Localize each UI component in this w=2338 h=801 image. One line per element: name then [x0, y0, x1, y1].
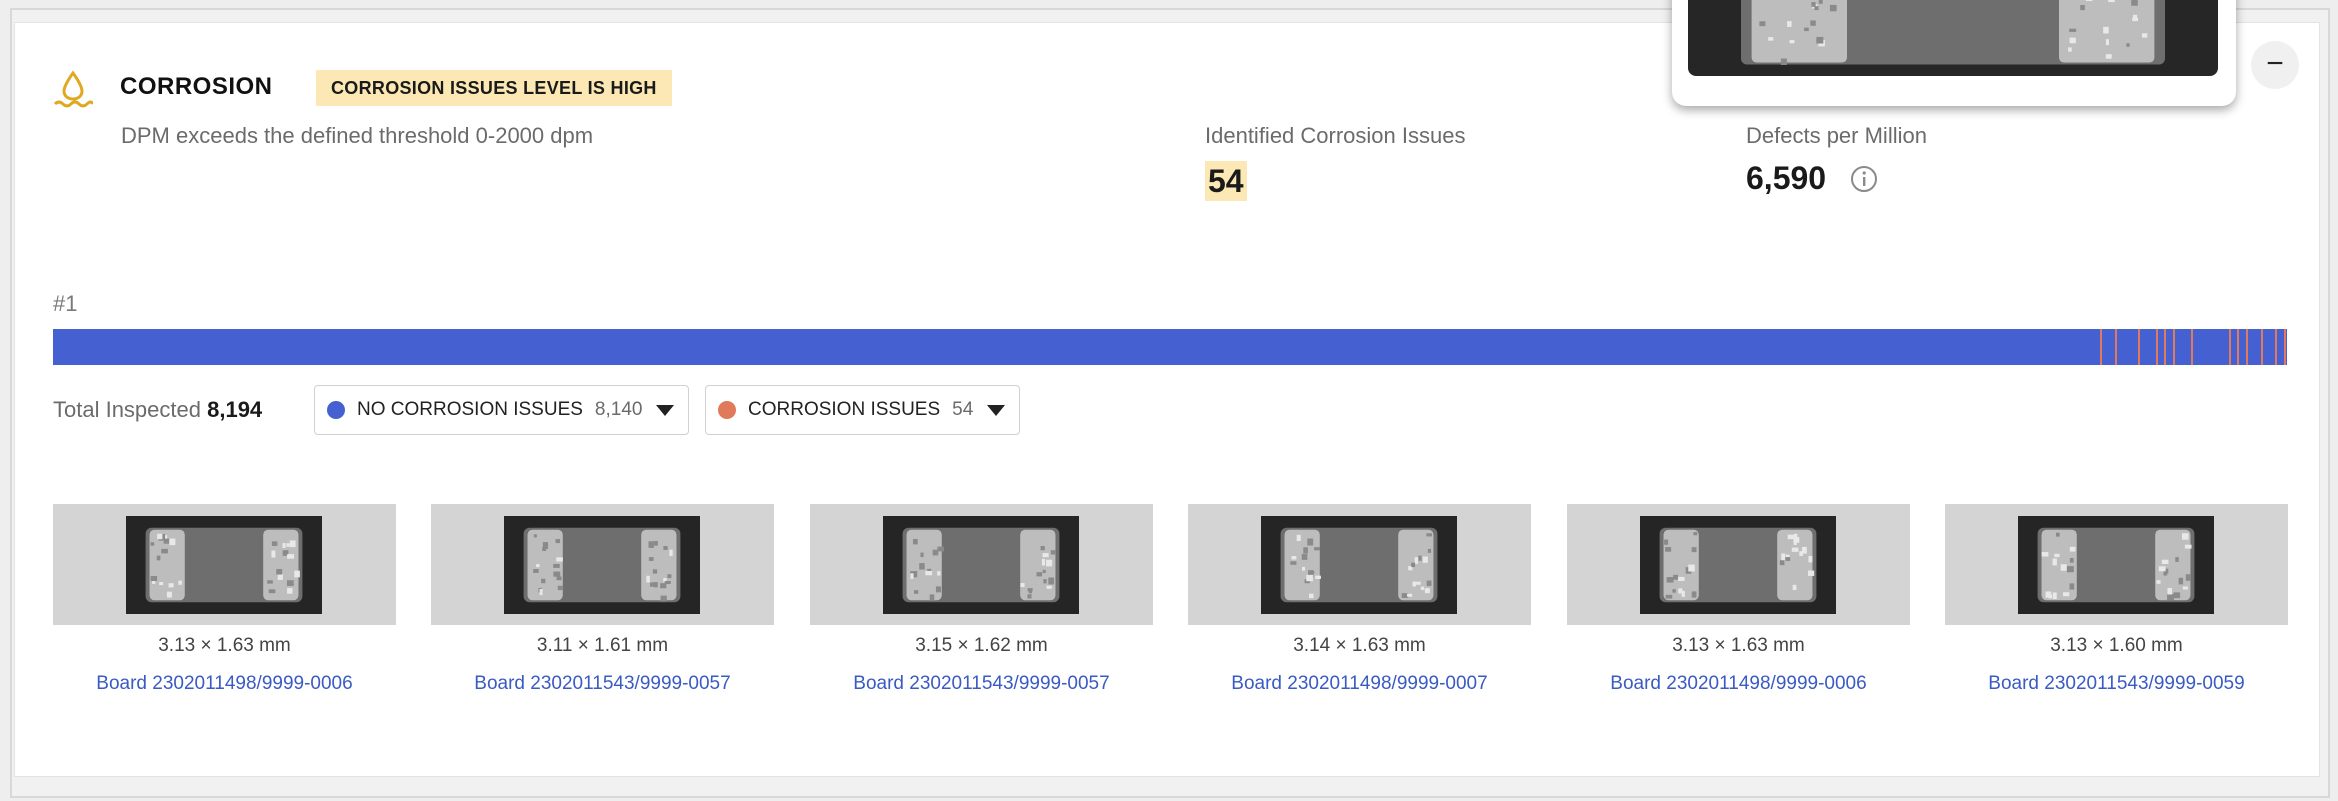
corrosion-dot	[718, 401, 736, 419]
corrosion-card: CORROSION CORROSION ISSUES LEVEL IS HIGH…	[14, 22, 2320, 777]
chip-graphic	[126, 516, 322, 614]
component-image	[1261, 516, 1457, 614]
chip-graphic	[883, 516, 1079, 614]
no-corrosion-label: NO CORROSION ISSUES	[357, 399, 583, 421]
image-preview-popup	[1672, 0, 2236, 106]
component-image	[504, 516, 700, 614]
droplet-icon	[53, 69, 93, 109]
corrosion-filter[interactable]: CORROSION ISSUES 54	[705, 385, 1020, 435]
caret-down-icon	[987, 405, 1005, 416]
board-link[interactable]: Board 2302011498/9999-0006	[53, 673, 396, 695]
thumbnail-dimensions: 3.13 × 1.60 mm	[1945, 635, 2288, 657]
issue-marker	[2115, 329, 2117, 365]
defect-thumbnail[interactable]: 3.15 × 1.62 mm Board 2302011543/9999-005…	[810, 504, 1153, 695]
chip-graphic	[504, 516, 700, 614]
info-icon[interactable]	[1850, 165, 1878, 193]
thumbnail-frame	[1945, 504, 2288, 625]
no-corrosion-filter[interactable]: NO CORROSION ISSUES 8,140	[314, 385, 689, 435]
identified-issues-label: Identified Corrosion Issues	[1205, 123, 1465, 149]
threshold-description: DPM exceeds the defined threshold 0-2000…	[121, 123, 593, 149]
defect-thumbnail[interactable]: 3.13 × 1.60 mm Board 2302011543/9999-005…	[1945, 504, 2288, 695]
defect-thumbnail[interactable]: 3.13 × 1.63 mm Board 2302011498/9999-000…	[1567, 504, 1910, 695]
issue-marker	[2275, 329, 2277, 365]
board-link[interactable]: Board 2302011498/9999-0006	[1567, 673, 1910, 695]
board-link[interactable]: Board 2302011543/9999-0057	[431, 673, 774, 695]
board-link[interactable]: Board 2302011543/9999-0059	[1945, 673, 2288, 695]
minus-icon: −	[2266, 47, 2284, 80]
dpm-label: Defects per Million	[1746, 123, 1927, 149]
caret-down-icon	[656, 405, 674, 416]
preview-image	[1688, 0, 2218, 76]
corrosion-count: 54	[952, 399, 973, 421]
thumbnail-dimensions: 3.13 × 1.63 mm	[1567, 635, 1910, 657]
distribution-bar	[53, 329, 2287, 365]
chip-graphic	[1640, 516, 1836, 614]
section-title: CORROSION	[120, 73, 273, 101]
issue-marker	[2284, 329, 2286, 365]
issue-marker	[2237, 329, 2239, 365]
issue-marker	[2164, 329, 2166, 365]
chip-graphic	[1261, 516, 1457, 614]
no-corrosion-dot	[327, 401, 345, 419]
component-image	[2018, 516, 2214, 614]
thumbnail-dimensions: 3.14 × 1.63 mm	[1188, 635, 1531, 657]
thumbnail-frame	[53, 504, 396, 625]
chip-graphic	[1688, 0, 2218, 76]
defect-thumbnail[interactable]: 3.13 × 1.63 mm Board 2302011498/9999-000…	[53, 504, 396, 695]
total-inspected: Total Inspected 8,194	[53, 397, 262, 423]
issue-marker	[2191, 329, 2193, 365]
defect-thumbnail[interactable]: 3.11 × 1.61 mm Board 2302011543/9999-005…	[431, 504, 774, 695]
collapse-button[interactable]: −	[2251, 41, 2299, 89]
issue-marker	[2261, 329, 2263, 365]
issue-marker	[2229, 329, 2231, 365]
issue-marker	[2246, 329, 2248, 365]
board-link[interactable]: Board 2302011543/9999-0057	[810, 673, 1153, 695]
corrosion-label: CORROSION ISSUES	[748, 399, 940, 421]
total-inspected-value: 8,194	[207, 397, 262, 422]
component-image	[126, 516, 322, 614]
board-link[interactable]: Board 2302011498/9999-0007	[1188, 673, 1531, 695]
thumbnail-frame	[431, 504, 774, 625]
rank-label: #1	[53, 291, 77, 317]
total-inspected-label: Total Inspected	[53, 397, 201, 422]
issue-marker	[2173, 329, 2175, 365]
issue-marker	[2138, 329, 2140, 365]
issue-marker	[2156, 329, 2158, 365]
issue-marker	[2100, 329, 2102, 365]
thumbnail-frame	[1567, 504, 1910, 625]
no-corrosion-count: 8,140	[595, 399, 643, 421]
identified-issues-value: 54	[1205, 161, 1247, 201]
component-image	[883, 516, 1079, 614]
chip-graphic	[2018, 516, 2214, 614]
component-image	[1640, 516, 1836, 614]
defect-thumbnail[interactable]: 3.14 × 1.63 mm Board 2302011498/9999-000…	[1188, 504, 1531, 695]
thumbnail-dimensions: 3.13 × 1.63 mm	[53, 635, 396, 657]
level-badge: CORROSION ISSUES LEVEL IS HIGH	[316, 70, 672, 106]
dpm-value: 6,590	[1746, 158, 1826, 198]
thumbnail-dimensions: 3.15 × 1.62 mm	[810, 635, 1153, 657]
thumbnail-dimensions: 3.11 × 1.61 mm	[431, 635, 774, 657]
thumbnail-frame	[1188, 504, 1531, 625]
thumbnail-frame	[810, 504, 1153, 625]
